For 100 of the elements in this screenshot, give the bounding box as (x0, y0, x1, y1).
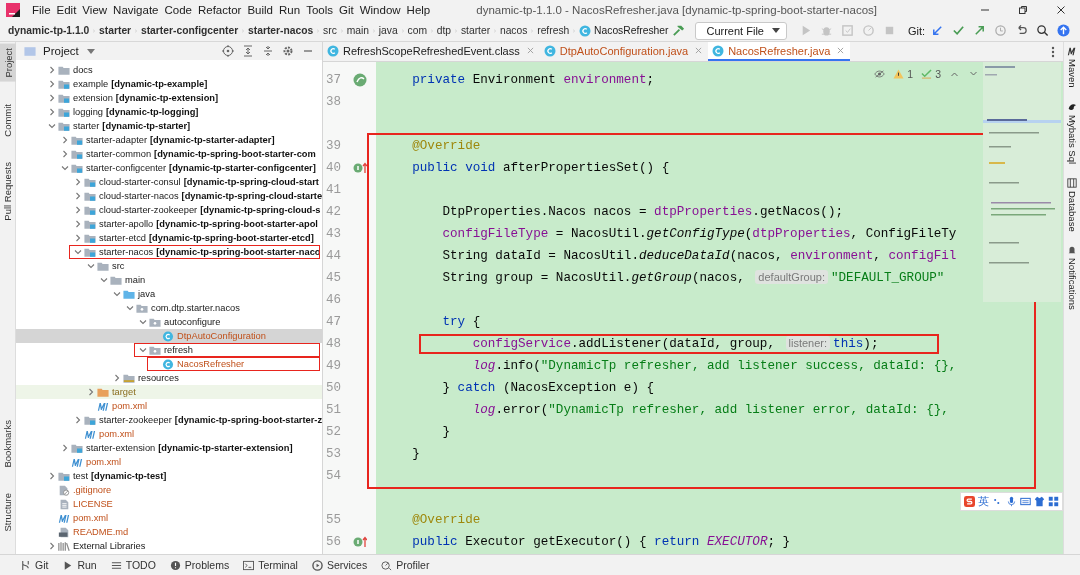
code-line: public void afterPropertiesSet() { (411, 161, 670, 175)
tree-item[interactable]: External Libraries (73, 541, 146, 551)
editor-tab[interactable]: NacosRefresher.java (708, 42, 851, 61)
line-number: 52 (325, 425, 342, 439)
breadcrumb-item[interactable]: starter-configcenter (140, 25, 239, 36)
module-name: [dynamic-tp-spring-boot-starter-etcd] (149, 233, 314, 243)
tree-item[interactable]: starter-adapter (86, 135, 147, 145)
menu-item[interactable]: Window (359, 4, 401, 16)
code-line: try { (441, 315, 481, 329)
tool-window-tab[interactable]: Commit (2, 99, 13, 141)
tool-window-button[interactable]: Profiler (381, 559, 430, 571)
tree-item[interactable]: cloud-starter-zookeeper (99, 205, 198, 215)
panel-title[interactable]: Project (43, 45, 79, 57)
menu-item[interactable]: Run (279, 4, 301, 16)
code-line: @Override (411, 139, 481, 153)
menu-item[interactable]: Navigate (113, 4, 159, 16)
menu-item[interactable]: Git (339, 4, 354, 16)
warning-count: 1 (907, 68, 914, 80)
breadcrumb-item[interactable]: main (346, 25, 369, 36)
line-number: 45 (325, 271, 342, 285)
tree-item[interactable]: starter-apollo (99, 219, 154, 229)
line-number: 38 (325, 95, 342, 109)
breadcrumb-item[interactable]: starter-nacos (248, 25, 314, 36)
tree-item[interactable]: README.md (73, 527, 129, 537)
menu-item[interactable]: Help (406, 4, 431, 16)
tree-item[interactable]: cloud-starter-consul (99, 177, 181, 187)
tree-item[interactable]: logging (73, 107, 103, 117)
run-configuration-dropdown[interactable]: Current File (695, 21, 787, 40)
breadcrumb-item[interactable]: src (323, 25, 337, 36)
tool-window-tab[interactable]: Pull Requests (2, 158, 13, 225)
tool-window-tab[interactable]: Structure (2, 489, 13, 536)
menu-item[interactable]: Edit (56, 4, 77, 16)
breadcrumb-item[interactable]: starter (460, 25, 491, 36)
tree-item[interactable]: main (125, 275, 146, 285)
tree-item[interactable]: pom.xml (99, 429, 135, 439)
code-line: configService.addListener(dataId, group, listener: this); (471, 337, 879, 351)
line-number: 56 (325, 535, 342, 549)
editor-tab[interactable]: DtpAutoConfiguration.java (539, 42, 709, 61)
menu-item[interactable]: Code (164, 4, 192, 16)
tree-item[interactable]: cloud-starter-nacos (99, 191, 179, 201)
tree-item[interactable]: pom.xml (86, 457, 122, 467)
tool-window-tab[interactable]: Maven (1066, 46, 1078, 88)
tree-item[interactable]: starter-nacos (99, 247, 154, 257)
window-title: dynamic-tp-1.1.0 - NacosRefresher.java [dynamic-tp-spring-boot-starter-nacos] (476, 4, 877, 16)
tree-item[interactable]: pom.xml (112, 401, 148, 411)
tree-item[interactable]: starter-etcd (99, 233, 146, 243)
menu-item[interactable]: Refactor (197, 4, 242, 16)
tool-window-tab[interactable]: Database (1066, 177, 1078, 232)
breadcrumb-item[interactable]: dynamic-tp-1.1.0 (8, 25, 90, 36)
line-number: 39 (325, 139, 342, 153)
menu-item[interactable]: Build (247, 4, 273, 16)
tree-item[interactable]: starter-zookeeper (99, 415, 172, 425)
module-name: [dynamic-tp-starter-extension] (158, 443, 293, 453)
tree-item[interactable]: refresh (164, 345, 193, 355)
tool-window-tab[interactable]: Project (0, 44, 16, 82)
tool-window-button[interactable]: Git (20, 559, 49, 571)
tree-item[interactable]: .gitignore (73, 485, 112, 495)
breadcrumb-item[interactable]: refresh (537, 25, 570, 36)
tree-item[interactable]: NacosRefresher (177, 359, 245, 369)
module-name: [dynamic-tp-starter-configcenter] (169, 163, 316, 173)
tree-item[interactable]: resources (138, 373, 179, 383)
tool-window-button[interactable]: Run (62, 559, 97, 571)
tree-item[interactable]: autoconfigure (164, 317, 221, 327)
tree-item[interactable]: test (73, 471, 88, 481)
module-name: [dynamic-tp-spring-boot-starter-naco (156, 247, 321, 257)
tree-item[interactable]: com.dtp.starter.nacos (151, 303, 240, 313)
line-number: 50 (325, 381, 342, 395)
tool-window-button[interactable]: TODO (110, 559, 156, 571)
menu-item[interactable]: File (32, 4, 51, 16)
code-line: } (441, 425, 451, 439)
tree-item[interactable]: src (112, 261, 125, 271)
tree-item[interactable]: starter (73, 121, 100, 131)
tree-item[interactable]: pom.xml (73, 513, 109, 523)
tree-item[interactable]: example (73, 79, 109, 89)
tree-item[interactable]: starter-configcenter (86, 163, 167, 173)
line-number: 49 (325, 359, 342, 373)
breadcrumb-item[interactable]: dtp (436, 25, 452, 36)
menu-item[interactable]: Tools (306, 4, 333, 16)
breadcrumb-item[interactable]: com (407, 25, 427, 36)
tool-window-button[interactable]: Services (311, 559, 368, 571)
breadcrumb-item[interactable]: java (378, 25, 398, 36)
breadcrumb-item[interactable]: NacosRefresher (594, 25, 669, 36)
tool-window-button[interactable]: Terminal (243, 559, 298, 571)
tool-window-tab[interactable]: Mybatis Sql (1066, 101, 1078, 164)
tree-item[interactable]: docs (73, 65, 93, 75)
module-name: [dynamic-tp-spring-cloud-starte (181, 191, 322, 201)
tree-item[interactable]: extension (73, 93, 113, 103)
editor-tab[interactable]: RefreshScopeRefreshedEvent.class (323, 42, 540, 61)
tree-item[interactable]: starter-common (86, 149, 152, 159)
breadcrumb-item[interactable]: starter (99, 25, 132, 36)
tree-item[interactable]: starter-extension (86, 443, 156, 453)
breadcrumb-item[interactable]: nacos (499, 25, 528, 36)
tree-item[interactable]: java (138, 289, 156, 299)
tool-window-tab[interactable]: Bookmarks (2, 415, 13, 472)
menu-item[interactable]: View (82, 4, 108, 16)
tool-window-tab[interactable]: Notifications (1066, 245, 1078, 311)
tool-window-button[interactable]: Problems (169, 559, 230, 571)
module-name: [dynamic-tp-test] (91, 471, 167, 481)
tree-item[interactable]: target (112, 387, 136, 397)
tree-item[interactable]: LICENSE (73, 499, 113, 509)
